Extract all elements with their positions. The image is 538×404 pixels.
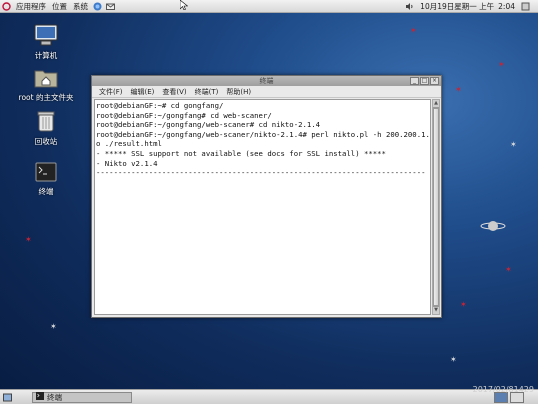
desktop-icon-computer[interactable]: 计算机 [11,24,81,61]
desktop-icon-trash[interactable]: 回收站 [11,110,81,147]
top-panel: 应用程序 位置 系统 10月19日星期一 上午 2:04 [0,0,538,13]
maximize-icon[interactable]: □ [420,77,429,85]
desktop-icon-label: 终端 [38,187,54,196]
terminal-line: root@debianGF:~/gongfang/web-scaner# cd … [96,120,321,130]
taskbar-button-terminal[interactable]: 终端 [32,391,132,403]
clock-time[interactable]: 2:04 [498,2,515,11]
wallpaper-star: ✶ [498,60,505,69]
scroll-up-icon[interactable]: ▲ [433,100,439,108]
terminal-line: root@debianGF:~# cd gongfang/ [96,101,224,110]
wallpaper-star: ✶ [460,300,467,309]
desktop-icon-label: 回收站 [34,137,58,146]
debian-logo-icon[interactable] [2,1,11,11]
menu-edit[interactable]: 编辑(E) [127,87,159,97]
desktop-icon-terminal[interactable]: 终端 [11,162,81,197]
menu-places[interactable]: 位置 [49,1,70,12]
terminal-scrollbar[interactable]: ▲ ▼ [432,99,440,315]
mouse-pointer-icon [180,0,188,10]
terminal-line: o ./result.html [96,139,162,149]
taskbar-button-label: 终端 [47,392,62,402]
menu-help[interactable]: 帮助(H) [222,87,255,97]
menu-system[interactable]: 系统 [70,1,91,12]
browser-icon[interactable] [93,2,102,11]
terminal-line: - ***** SSL support not available (see d… [96,148,386,158]
wallpaper-star: ✶ [410,26,417,35]
wallpaper-star: ✶ [450,355,457,364]
terminal-line: ----------------------------------------… [96,168,426,178]
desktop-icon-home[interactable]: root 的主文件夹 [11,68,81,103]
terminal-line: root@debianGF:~/gongfang/web-scaner/nikt… [96,129,431,139]
menu-view[interactable]: 查看(V) [158,87,190,97]
desktop-icon-label: 计算机 [34,51,58,60]
wallpaper-star: ✶ [25,235,32,244]
window-title: 终端 [259,77,274,85]
email-icon[interactable] [106,2,115,11]
system-tray: 10月19日星期一 上午 2:04 [403,1,538,12]
menu-terminal[interactable]: 终端(T) [191,87,223,97]
terminal-line: root@debianGF:~/gongfang# cd web-scaner/ [96,110,272,120]
logout-icon[interactable] [521,2,530,11]
computer-icon [11,24,81,48]
window-controls: _ □ × [410,77,439,85]
scroll-down-icon[interactable]: ▼ [433,306,439,314]
debian-swirl-logo [480,218,506,236]
wallpaper-star: ✶ [50,322,57,331]
terminal-output[interactable]: root@debianGF:~# cd gongfang/root@debian… [94,99,431,315]
trash-icon [11,110,81,134]
terminal-line: - Nikto v2.1.4 [96,158,158,168]
wallpaper-star: ✶ [510,140,517,149]
menu-file[interactable]: 文件(F) [95,87,127,97]
wallpaper-star: ✶ [455,85,462,94]
show-desktop-icon[interactable] [3,393,12,402]
desktop-icon-label: root 的主文件夹 [18,93,74,102]
terminal-window: 终端 _ □ × 文件(F) 编辑(E) 查看(V) 终端(T) 帮助(H) r… [91,75,442,318]
close-icon[interactable]: × [430,77,439,85]
terminal-icon [36,392,44,402]
window-titlebar[interactable]: 终端 _ □ × [92,76,441,86]
scroll-thumb[interactable] [433,108,439,306]
terminal-icon [11,162,81,184]
menu-applications[interactable]: 应用程序 [13,1,49,12]
volume-icon[interactable] [405,2,414,11]
watermark-text: 2017/02/81429 [472,385,534,394]
home-folder-icon [11,68,81,90]
clock-date[interactable]: 10月19日星期一 上午 [420,1,494,12]
bottom-panel: 终端 [0,389,538,404]
window-menubar: 文件(F) 编辑(E) 查看(V) 终端(T) 帮助(H) [92,86,441,98]
wallpaper-star: ✶ [505,265,512,274]
minimize-icon[interactable]: _ [410,77,419,85]
